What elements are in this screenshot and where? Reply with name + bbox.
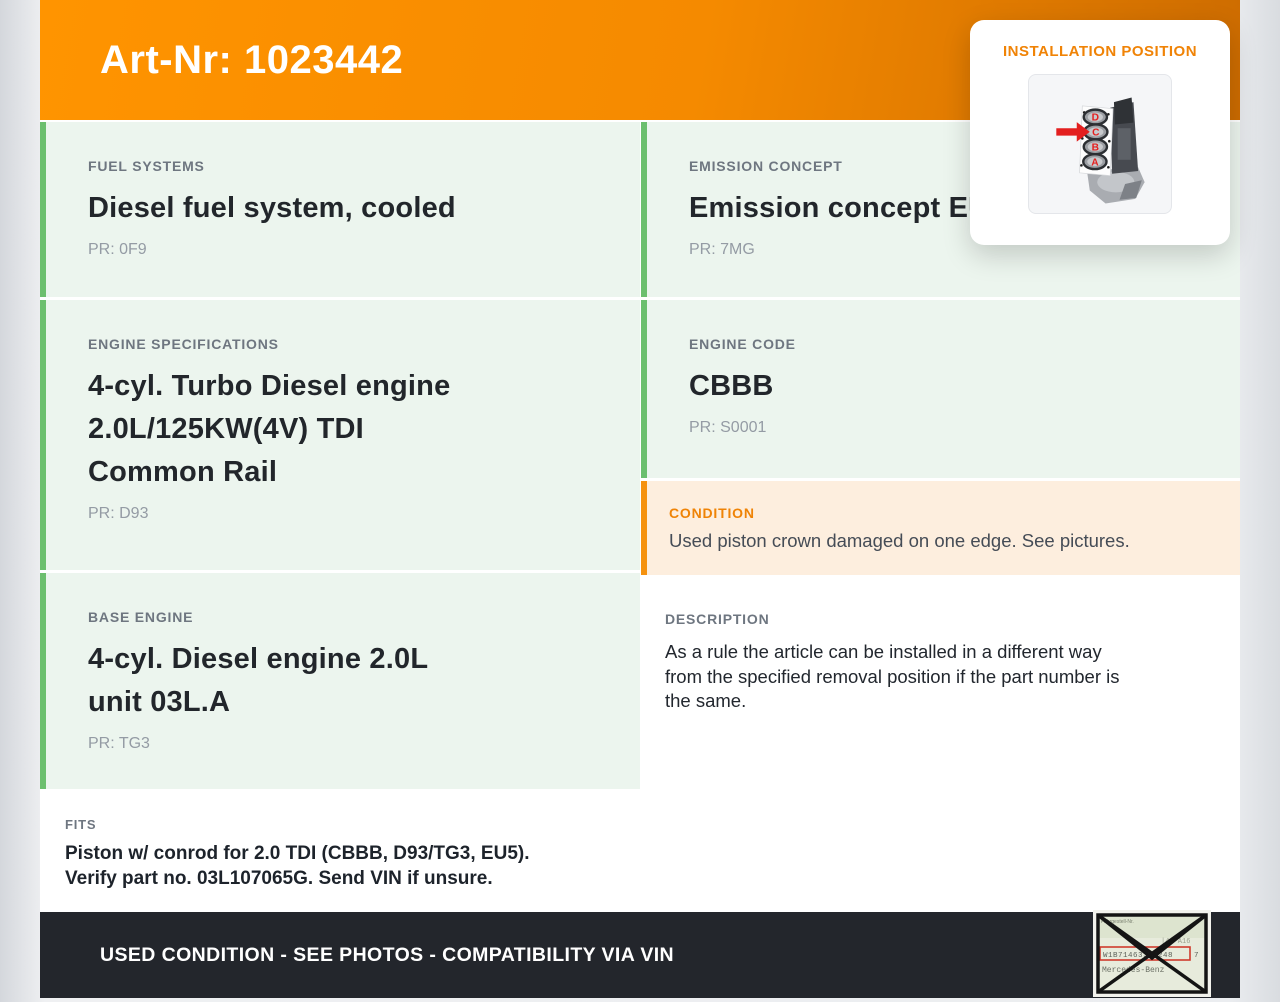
fits-text: Piston w/ conrod for 2.0 TDI (CBBB, D93/… [65, 843, 530, 889]
engine-code-label: ENGINE CODE [689, 336, 796, 352]
vin-suffix: 7 [1194, 952, 1199, 960]
installation-position-image-frame: D C B A [1028, 74, 1172, 214]
condition-text: Used piston crown damaged on one edge. S… [669, 530, 1130, 551]
card-fuel-systems: FUEL SYSTEMS Diesel fuel system, cooled … [40, 122, 640, 297]
engine-specifications-value: 4-cyl. Turbo Diesel engine 2.0L/125KW(4V… [88, 370, 451, 488]
cylinder-letter-d: D [1092, 113, 1099, 124]
fuel-systems-label: FUEL SYSTEMS [88, 158, 205, 174]
cylinder-letter-b: B [1092, 143, 1099, 154]
engine-specifications-label: ENGINE SPECIFICATIONS [88, 336, 279, 352]
bolt-hole [1107, 165, 1110, 169]
condition-label: CONDITION [669, 505, 755, 521]
cylinder-letter-c: C [1092, 128, 1100, 139]
engine-block-detail [1117, 128, 1131, 160]
engine-specifications-pr-code: PR: D93 [88, 505, 149, 522]
description-text: As a rule the article can be installed i… [665, 641, 1120, 711]
condition-callout: CONDITION Used piston crown damaged on o… [641, 481, 1240, 575]
installation-position-card: INSTALLATION POSITION D C B A [970, 20, 1230, 245]
engine-code-value: CBBB [689, 370, 774, 402]
base-engine-label: BASE ENGINE [88, 609, 194, 625]
page-title: Art-Nr: 1023442 [100, 37, 404, 82]
cylinder-letter-a: A [1091, 157, 1099, 168]
fits-label: FITS [65, 817, 97, 832]
engine-position-illustration: D C B A [1056, 97, 1145, 204]
fuel-systems-pr-code: PR: 0F9 [88, 241, 147, 258]
card-engine-specifications: ENGINE SPECIFICATIONS 4-cyl. Turbo Diese… [40, 300, 640, 570]
vin-document-thumbnail: Fahrgestell-Nr. |4| A16 W1B71463J31248 7… [1093, 910, 1211, 997]
card-base-engine: BASE ENGINE 4-cyl. Diesel engine 2.0L un… [40, 573, 640, 789]
fits-section: FITS Piston w/ conrod for 2.0 TDI (CBBB,… [40, 789, 640, 908]
engine-block-top [1113, 97, 1134, 125]
vin-text: W1B71463J31248 [1103, 952, 1173, 960]
base-engine-pr-code: PR: TG3 [88, 735, 150, 752]
bolt-hole [1107, 139, 1111, 143]
installation-position-title: INSTALLATION POSITION [1002, 43, 1198, 60]
fuel-systems-value: Diesel fuel system, cooled [88, 192, 456, 224]
card-engine-code: ENGINE CODE CBBB PR: S0001 [641, 300, 1240, 478]
description-section: DESCRIPTION As a rule the article can be… [641, 575, 1240, 714]
listing-page: Art-Nr: 1023442 FUEL SYSTEMS Diesel fuel… [0, 0, 1280, 998]
bolt-hole [1080, 164, 1083, 167]
engine-code-pr-code: PR: S0001 [689, 419, 767, 436]
listing-content: Art-Nr: 1023442 FUEL SYSTEMS Diesel fuel… [40, 0, 1240, 998]
description-label: DESCRIPTION [665, 611, 770, 627]
footer-text: USED CONDITION - SEE PHOTOS - COMPATIBIL… [100, 943, 675, 966]
base-engine-value: 4-cyl. Diesel engine 2.0L unit 03L.A [88, 643, 429, 718]
footer-banner: USED CONDITION - SEE PHOTOS - COMPATIBIL… [40, 912, 1240, 998]
vin-document-illustration: Fahrgestell-Nr. |4| A16 W1B71463J31248 7… [1093, 910, 1211, 997]
